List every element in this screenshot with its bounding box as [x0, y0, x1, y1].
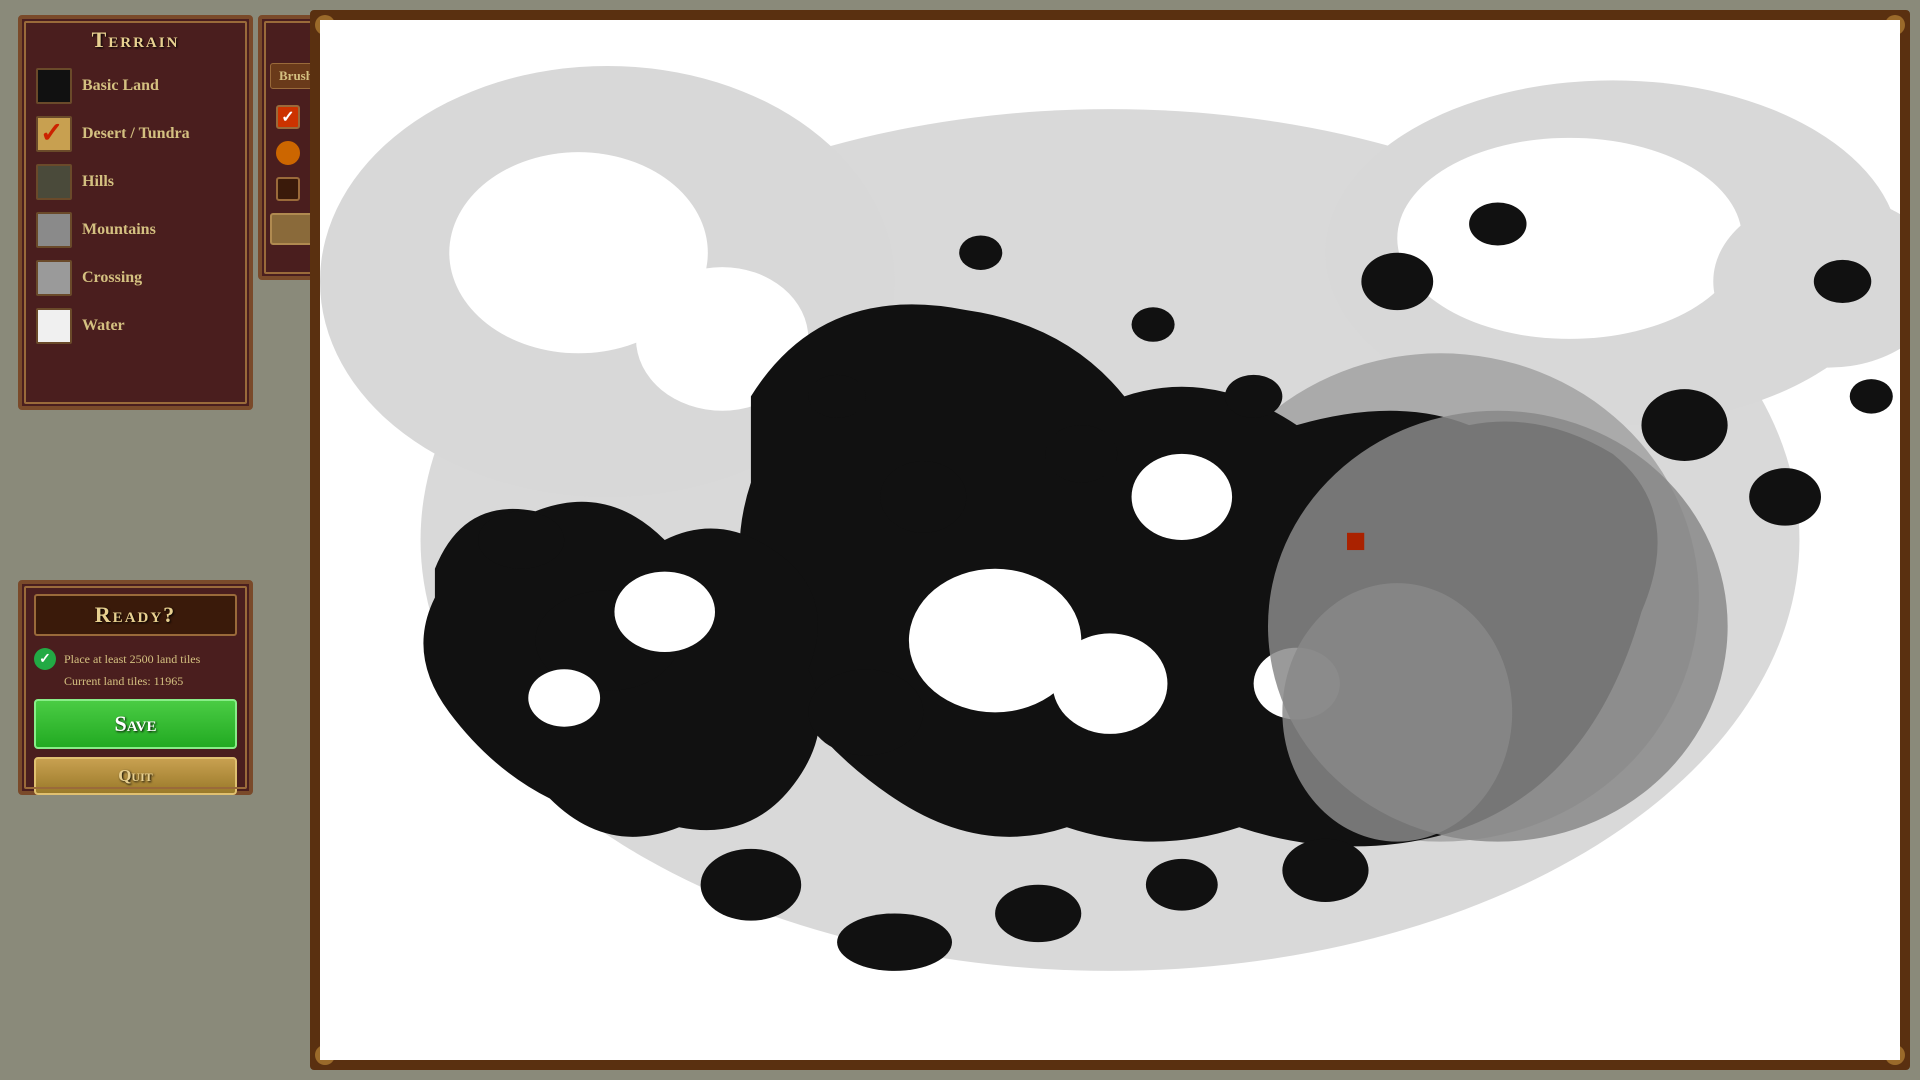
terrain-swatch-mountains	[36, 212, 72, 248]
terrain-label-water: Water	[82, 317, 125, 335]
ready-title: Ready?	[95, 602, 176, 627]
ready-title-box: Ready?	[34, 594, 237, 636]
tool-bucket-radio[interactable]	[276, 177, 300, 201]
terrain-map[interactable]	[320, 20, 1900, 1060]
terrain-swatch-water	[36, 308, 72, 344]
terrain-swatch-hills	[36, 164, 72, 200]
tool-brush-radio[interactable]	[276, 105, 300, 129]
terrain-item-hills[interactable]: Hills	[30, 159, 241, 205]
terrain-label-crossing: Crossing	[82, 269, 142, 287]
terrain-label-basic-land: Basic Land	[82, 77, 159, 95]
quit-button[interactable]: Quit	[34, 757, 237, 795]
terrain-title: Terrain	[30, 27, 241, 53]
ready-status-row: Place at least 2500 land tiles	[34, 648, 237, 670]
terrain-item-mountains[interactable]: Mountains	[30, 207, 241, 253]
save-button[interactable]: Save	[34, 699, 237, 749]
terrain-label-mountains: Mountains	[82, 221, 156, 239]
terrain-swatch-desert	[36, 116, 72, 152]
map-canvas-area[interactable]	[320, 20, 1900, 1060]
terrain-label-hills: Hills	[82, 173, 114, 191]
tool-terrain-mask-radio[interactable]	[276, 141, 300, 165]
terrain-swatch-crossing	[36, 260, 72, 296]
terrain-swatch-basic-land	[36, 68, 72, 104]
current-tiles-text: Current land tiles: 11965	[64, 674, 237, 689]
terrain-item-crossing[interactable]: Crossing	[30, 255, 241, 301]
terrain-item-water[interactable]: Water	[30, 303, 241, 349]
map-frame	[310, 10, 1910, 1070]
terrain-item-desert[interactable]: Desert / Tundra	[30, 111, 241, 157]
terrain-panel: Terrain Basic Land Desert / Tundra Hills…	[18, 15, 253, 410]
ready-panel: Ready? Place at least 2500 land tiles Cu…	[18, 580, 253, 795]
ready-check-icon	[34, 648, 56, 670]
ready-status-text: Place at least 2500 land tiles	[64, 652, 200, 667]
terrain-item-basic-land[interactable]: Basic Land	[30, 63, 241, 109]
terrain-label-desert: Desert / Tundra	[82, 125, 190, 143]
